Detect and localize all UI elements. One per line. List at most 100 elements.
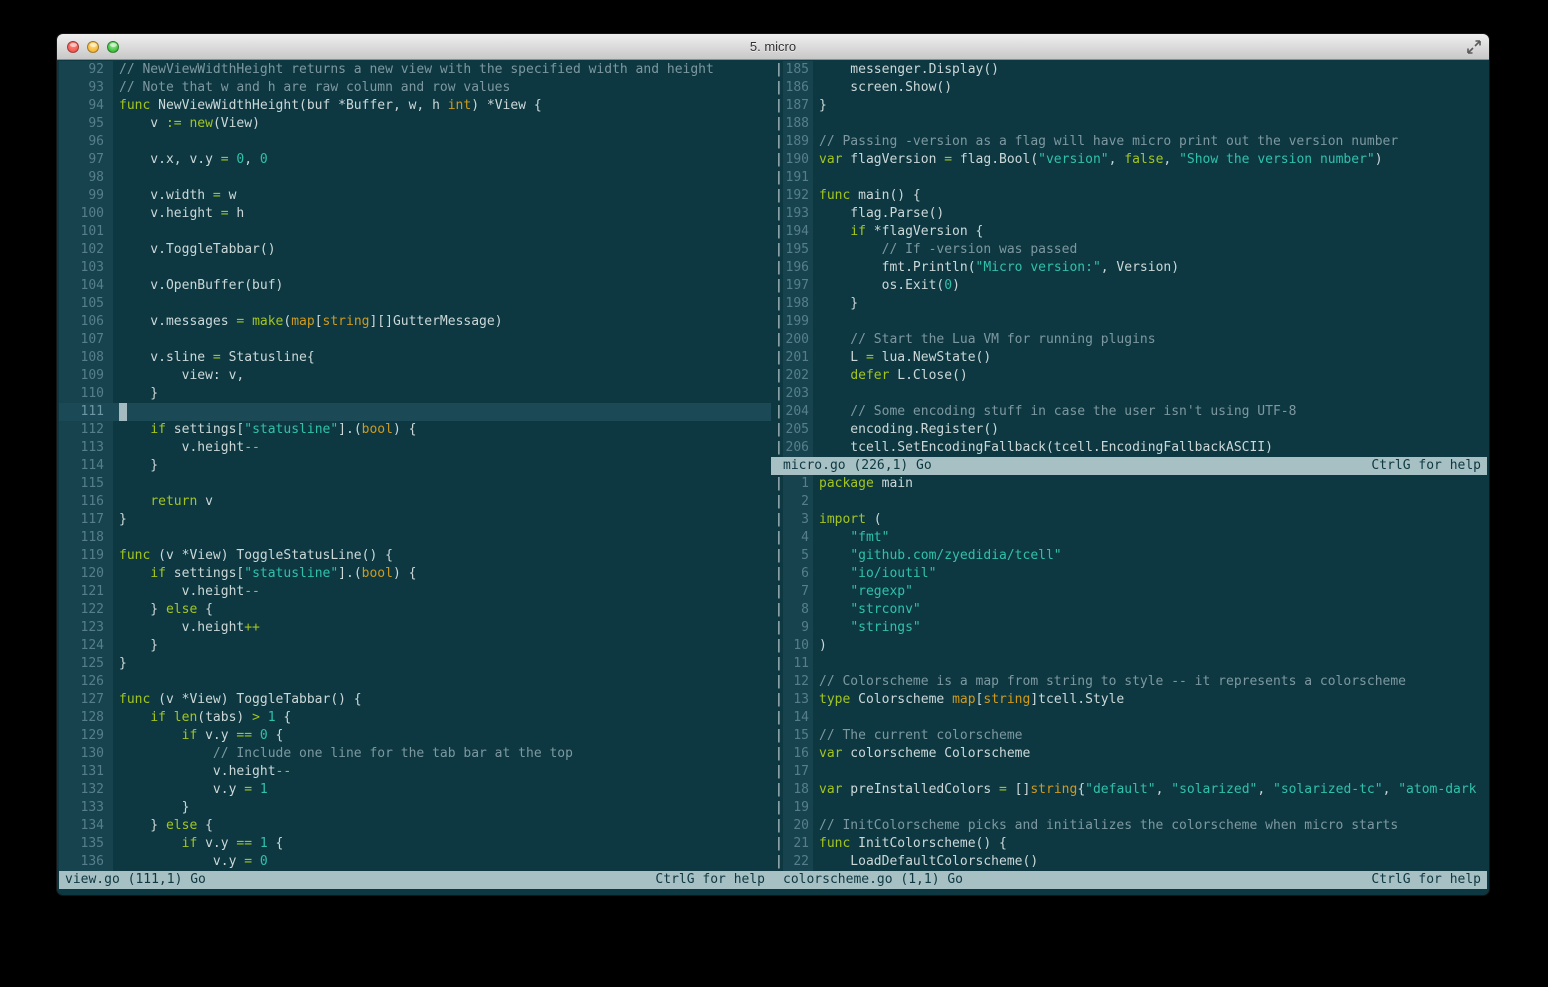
- code-line[interactable]: 113 v.height--: [59, 439, 771, 457]
- code-line[interactable]: | 5 "github.com/zyedidia/tcell": [771, 547, 1487, 565]
- code-line[interactable]: | 191: [771, 169, 1487, 187]
- code-line[interactable]: | 18 var preInstalledColors = []string{"de…: [771, 781, 1487, 799]
- code-line[interactable]: 129 if v.y == 0 {: [59, 727, 771, 745]
- code-line[interactable]: | 188: [771, 115, 1487, 133]
- code-line[interactable]: 118: [59, 529, 771, 547]
- code-line[interactable]: | 3 import (: [771, 511, 1487, 529]
- code-area[interactable]: | 1 package main | 2 | 3 import (| 4 "fmt" | 5 "gi…: [771, 475, 1487, 871]
- code-line[interactable]: 120 if settings["statusline"].(bool) {: [59, 565, 771, 583]
- code-line[interactable]: | 10): [771, 637, 1487, 655]
- code-line[interactable]: | 14: [771, 709, 1487, 727]
- code-line[interactable]: | 199: [771, 313, 1487, 331]
- code-line[interactable]: 106 v.messages = make(map[string][]Gutte…: [59, 313, 771, 331]
- code-line[interactable]: | 196 fmt.Println("Micro version:", Versi…: [771, 259, 1487, 277]
- code-line[interactable]: 124 }: [59, 637, 771, 655]
- code-line[interactable]: | 16 var colorscheme Colorscheme: [771, 745, 1487, 763]
- code-line[interactable]: 116 return v: [59, 493, 771, 511]
- code-line[interactable]: 93 // Note that w and h are raw column an…: [59, 79, 771, 97]
- editor-pane-colorscheme-go[interactable]: | 1 package main | 2 | 3 import (| 4 "fmt" | 5 "gi…: [771, 475, 1487, 889]
- code-line[interactable]: | 9 "strings": [771, 619, 1487, 637]
- code-line[interactable]: | 204 // Some encoding stuff in case the …: [771, 403, 1487, 421]
- code-line[interactable]: | 194 if *flagVersion {: [771, 223, 1487, 241]
- code-line[interactable]: 130 // Include one line for the tab bar …: [59, 745, 771, 763]
- code-line[interactable]: | 201 L = lua.NewState(): [771, 349, 1487, 367]
- code-line[interactable]: 105: [59, 295, 771, 313]
- code-line[interactable]: | 206 tcell.SetEncodingFallback(tcell.Enc…: [771, 439, 1487, 457]
- code-line[interactable]: 122 } else {: [59, 601, 771, 619]
- code-line[interactable]: | 8 "strconv": [771, 601, 1487, 619]
- code-line[interactable]: | 186 screen.Show(): [771, 79, 1487, 97]
- code-line[interactable]: 94 func NewViewWidthHeight(buf *Buffer, w…: [59, 97, 771, 115]
- code-line[interactable]: 131 v.height--: [59, 763, 771, 781]
- window-titlebar[interactable]: 5. micro: [57, 34, 1489, 60]
- code-line[interactable]: 123 v.height++: [59, 619, 771, 637]
- code-line[interactable]: | 190 var flagVersion = flag.Bool("version…: [771, 151, 1487, 169]
- code-line[interactable]: | 189 // Passing -version as a flag will h…: [771, 133, 1487, 151]
- code-line[interactable]: 135 if v.y == 1 {: [59, 835, 771, 853]
- code-line[interactable]: | 198 }: [771, 295, 1487, 313]
- code-line[interactable]: 97 v.x, v.y = 0, 0: [59, 151, 771, 169]
- code-line[interactable]: | 22 LoadDefaultColorscheme(): [771, 853, 1487, 871]
- code-line[interactable]: | 6 "io/ioutil": [771, 565, 1487, 583]
- code-line[interactable]: | 2: [771, 493, 1487, 511]
- code-line[interactable]: 109 view: v,: [59, 367, 771, 385]
- editor-pane-view-go[interactable]: 92 // NewViewWidthHeight returns a new vi…: [59, 61, 771, 895]
- code-line[interactable]: 108 v.sline = Statusline{: [59, 349, 771, 367]
- code-line[interactable]: | 4 "fmt": [771, 529, 1487, 547]
- code-line[interactable]: 98: [59, 169, 771, 187]
- code-line[interactable]: 136 v.y = 0: [59, 853, 771, 871]
- code-line[interactable]: | 185 messenger.Display(): [771, 61, 1487, 79]
- code-line[interactable]: 115: [59, 475, 771, 493]
- editor-pane-micro-go[interactable]: | 185 messenger.Display() | 186 screen.Show…: [771, 61, 1487, 475]
- code-line[interactable]: 114 }: [59, 457, 771, 475]
- code-line[interactable]: 101: [59, 223, 771, 241]
- code-line[interactable]: 127 func (v *View) ToggleTabbar() {: [59, 691, 771, 709]
- code-line[interactable]: 117}: [59, 511, 771, 529]
- code-line[interactable]: | 200 // Start the Lua VM for running plu…: [771, 331, 1487, 349]
- code-line[interactable]: 100 v.height = h: [59, 205, 771, 223]
- code-line[interactable]: 96: [59, 133, 771, 151]
- code-area[interactable]: 92 // NewViewWidthHeight returns a new vi…: [59, 61, 771, 871]
- code-line[interactable]: | 13 type Colorscheme map[string]tcell.Sty…: [771, 691, 1487, 709]
- code-line[interactable]: 102 v.ToggleTabbar(): [59, 241, 771, 259]
- code-line[interactable]: 119 func (v *View) ToggleStatusLine() {: [59, 547, 771, 565]
- code-line[interactable]: 92 // NewViewWidthHeight returns a new vi…: [59, 61, 771, 79]
- code-line[interactable]: 128 if len(tabs) > 1 {: [59, 709, 771, 727]
- code-line[interactable]: | 202 defer L.Close(): [771, 367, 1487, 385]
- code-line[interactable]: 121 v.height--: [59, 583, 771, 601]
- code-line[interactable]: 107: [59, 331, 771, 349]
- close-button[interactable]: [67, 40, 79, 53]
- code-line[interactable]: | 21 func InitColorscheme() {: [771, 835, 1487, 853]
- code-area[interactable]: | 185 messenger.Display() | 186 screen.Show…: [771, 61, 1487, 457]
- code-line[interactable]: 134 } else {: [59, 817, 771, 835]
- code-line[interactable]: 133 }: [59, 799, 771, 817]
- code-line[interactable]: 104 v.OpenBuffer(buf): [59, 277, 771, 295]
- code-line[interactable]: | 205 encoding.Register(): [771, 421, 1487, 439]
- code-line[interactable]: 112 if settings["statusline"].(bool) {: [59, 421, 771, 439]
- code-line[interactable]: | 19: [771, 799, 1487, 817]
- code-line[interactable]: 111: [59, 403, 771, 421]
- code-line[interactable]: | 193 flag.Parse(): [771, 205, 1487, 223]
- code-line[interactable]: | 11: [771, 655, 1487, 673]
- code-line[interactable]: | 192 func main() {: [771, 187, 1487, 205]
- code-line[interactable]: | 7 "regexp": [771, 583, 1487, 601]
- fullscreen-icon[interactable]: [1466, 39, 1482, 55]
- code-line[interactable]: 125}: [59, 655, 771, 673]
- code-line[interactable]: 110 }: [59, 385, 771, 403]
- code-line[interactable]: 95 v := new(View): [59, 115, 771, 133]
- code-line[interactable]: | 15 // The current colorscheme: [771, 727, 1487, 745]
- code-line[interactable]: 99 v.width = w: [59, 187, 771, 205]
- code-line[interactable]: | 187}: [771, 97, 1487, 115]
- code-line[interactable]: | 1 package main: [771, 475, 1487, 493]
- minimize-button[interactable]: [87, 40, 99, 53]
- code-line[interactable]: 126: [59, 673, 771, 691]
- code-line[interactable]: | 20 // InitColorscheme picks and initiali…: [771, 817, 1487, 835]
- code-line[interactable]: 103: [59, 259, 771, 277]
- code-line[interactable]: | 17: [771, 763, 1487, 781]
- zoom-button[interactable]: [107, 40, 119, 53]
- code-line[interactable]: | 203: [771, 385, 1487, 403]
- code-line[interactable]: | 195 // If -version was passed: [771, 241, 1487, 259]
- code-line[interactable]: | 197 os.Exit(0): [771, 277, 1487, 295]
- code-line[interactable]: | 12 // Colorscheme is a map from string t…: [771, 673, 1487, 691]
- code-line[interactable]: 132 v.y = 1: [59, 781, 771, 799]
